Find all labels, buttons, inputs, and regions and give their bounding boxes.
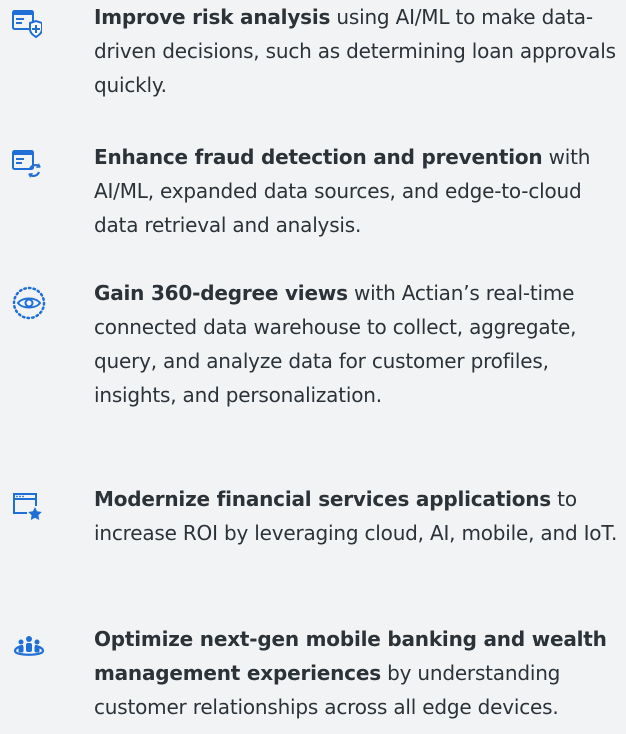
eye-icon xyxy=(12,286,50,324)
item-text: Improve risk analysis using AI/ML to mak… xyxy=(94,0,624,102)
item-text: Enhance fraud detection and prevention w… xyxy=(94,140,624,242)
item-lead: Enhance fraud detection and prevention xyxy=(94,145,543,169)
item-lead: Modernize financial services application… xyxy=(94,487,552,511)
item-lead: Gain 360-degree views xyxy=(94,281,348,305)
item-text: Optimize next-gen mobile banking and wea… xyxy=(94,622,624,724)
browser-star-icon xyxy=(12,492,50,530)
form-shield-icon xyxy=(12,10,50,48)
people-group-icon xyxy=(12,632,50,670)
item-text: Modernize financial services application… xyxy=(94,482,624,550)
item-text: Gain 360-degree views with Actian’s real… xyxy=(94,276,624,412)
use-case-list: Improve risk analysis using AI/ML to mak… xyxy=(0,0,626,734)
item-lead: Improve risk analysis xyxy=(94,5,331,29)
form-refresh-icon xyxy=(12,150,50,188)
